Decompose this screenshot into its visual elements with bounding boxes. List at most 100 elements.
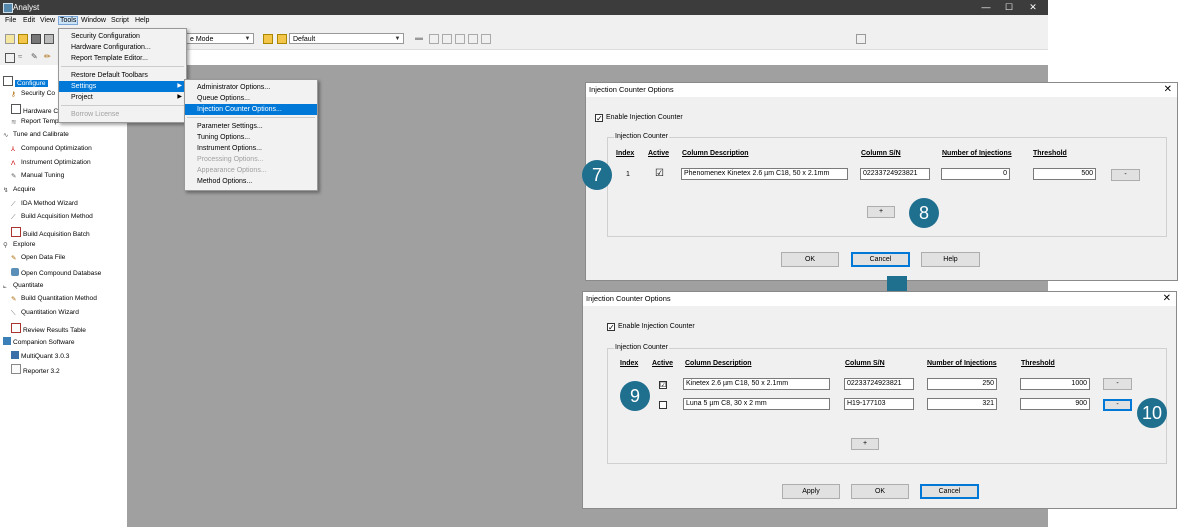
minimize-icon[interactable]: — <box>976 2 996 13</box>
close-doc-icon[interactable] <box>429 34 439 44</box>
nav-tune-calibrate[interactable]: ∿ Tune and Calibrate <box>3 131 69 139</box>
column-sn-field[interactable]: H19-177103 <box>844 398 914 410</box>
companion-icon <box>3 337 11 345</box>
nav-open-compound-database[interactable]: Open Compound Database <box>11 268 101 277</box>
ok-button[interactable]: OK <box>781 252 839 267</box>
threshold-field[interactable]: 1000 <box>1020 378 1090 390</box>
menu-item-restore-toolbars[interactable]: Restore Default Toolbars <box>59 70 186 81</box>
menu-item-injection-counter-options[interactable]: Injection Counter Options... <box>185 104 317 115</box>
column-sn-field[interactable]: 02233724923821 <box>860 168 930 180</box>
menu-item-parameter-settings[interactable]: Parameter Settings... <box>185 121 317 132</box>
nav-companion-software[interactable]: Companion Software <box>3 337 75 346</box>
save-icon[interactable] <box>31 34 41 44</box>
column-description-field[interactable]: Luna 5 µm C8, 30 x 2 mm <box>683 398 830 410</box>
folder-icon[interactable] <box>263 34 273 44</box>
nav-instrument-optimization[interactable]: Λ Instrument Optimization <box>11 159 91 168</box>
menu-view[interactable]: View <box>40 17 55 24</box>
nav-multiquant[interactable]: MultiQuant 3.0.3 <box>11 351 69 360</box>
lock-icon[interactable] <box>856 34 866 44</box>
tile-vertical-icon[interactable] <box>468 34 478 44</box>
manual-tuning-icon: ✎ <box>11 173 17 180</box>
injections-field[interactable]: 0 <box>941 168 1010 180</box>
window-icon[interactable] <box>442 34 452 44</box>
dialog-close-icon[interactable]: ✕ <box>1164 83 1172 97</box>
header-threshold: Threshold <box>1033 150 1067 157</box>
nav-build-quantitation-method[interactable]: ✎ Build Quantitation Method <box>11 295 97 303</box>
apply-button[interactable]: Apply <box>782 484 840 499</box>
close-window-icon[interactable]: ✕ <box>1023 2 1043 13</box>
menu-file[interactable]: File <box>5 17 16 24</box>
project-folder-icon[interactable] <box>277 34 287 44</box>
menu-window[interactable]: Window <box>81 17 106 24</box>
app-icon <box>3 3 13 13</box>
nav-manual-tuning[interactable]: ✎ Manual Tuning <box>11 172 64 180</box>
ok-button[interactable]: OK <box>851 484 909 499</box>
tile-horizontal-icon[interactable] <box>455 34 465 44</box>
nav-review-results-table[interactable]: Review Results Table <box>11 323 86 334</box>
nav-security[interactable]: ⚷ Security Co <box>11 90 55 98</box>
remove-row-button[interactable]: - <box>1111 169 1140 181</box>
row-active-checkbox[interactable] <box>659 401 667 409</box>
nav-reporter[interactable]: Reporter 3.2 <box>11 364 60 375</box>
threshold-field[interactable]: 900 <box>1020 398 1090 410</box>
menu-tools[interactable]: Tools <box>58 16 79 25</box>
mode-combo[interactable]: e Mode ▼ <box>186 33 254 44</box>
menu-item-settings[interactable]: Settings ▶ <box>59 81 186 92</box>
nav-explore[interactable]: ⚲ Explore <box>3 241 35 249</box>
chart-icon[interactable]: ≈ <box>18 53 26 61</box>
maximize-icon[interactable]: ☐ <box>999 2 1019 13</box>
menu-item-queue-options[interactable]: Queue Options... <box>185 93 317 104</box>
nav-configure[interactable]: Configure <box>3 76 48 87</box>
print-icon[interactable] <box>44 34 54 44</box>
truck-icon[interactable]: ▬ <box>415 34 423 42</box>
menu-item-security-configuration[interactable]: Security Configuration <box>59 31 186 42</box>
nav-hardware[interactable]: Hardware C <box>11 104 58 115</box>
nav-ida-wizard[interactable]: ⟋ IDA Method Wizard <box>11 200 78 209</box>
nav-acquire[interactable]: ↯ Acquire <box>3 186 35 194</box>
project-combo[interactable]: Default ▼ <box>289 33 404 44</box>
injections-field[interactable]: 250 <box>927 378 997 390</box>
cascade-icon[interactable] <box>481 34 491 44</box>
menu-item-administrator-options[interactable]: Administrator Options... <box>185 82 317 93</box>
menu-item-tuning-options[interactable]: Tuning Options... <box>185 132 317 143</box>
menu-script[interactable]: Script <box>111 17 129 24</box>
menu-item-instrument-options[interactable]: Instrument Options... <box>185 143 317 154</box>
injections-field[interactable]: 321 <box>927 398 997 410</box>
row-active-checkbox[interactable]: ☑ <box>655 169 664 179</box>
menu-help[interactable]: Help <box>135 17 149 24</box>
cancel-button[interactable]: Cancel <box>851 252 910 267</box>
wizard-icon[interactable]: ✎ <box>31 53 39 61</box>
menu-item-hardware-configuration[interactable]: Hardware Configuration... <box>59 42 186 53</box>
nav-build-acquisition-method[interactable]: ⟋ Build Acquisition Method <box>11 213 93 222</box>
enable-counter-checkbox[interactable]: ✓ <box>595 114 603 123</box>
remove-row-button[interactable]: - <box>1103 399 1132 411</box>
column-description-field[interactable]: Phenomenex Kinetex 2.6 µm C18, 50 x 2.1m… <box>681 168 848 180</box>
remove-row-button[interactable]: - <box>1103 378 1132 390</box>
row-active-checkbox[interactable]: ☑ <box>659 381 667 389</box>
new-icon[interactable] <box>5 34 15 44</box>
column-description-field[interactable]: Kinetex 2.6 µm C18, 50 x 2.1mm <box>683 378 830 390</box>
enable-counter-checkbox[interactable]: ✓ <box>607 323 615 332</box>
nav-compound-optimization[interactable]: ⅄ Compound Optimization <box>11 145 92 153</box>
cancel-button[interactable]: Cancel <box>920 484 979 499</box>
threshold-field[interactable]: 500 <box>1033 168 1096 180</box>
menu-edit[interactable]: Edit <box>23 17 35 24</box>
add-row-button[interactable]: + <box>867 206 895 218</box>
menu-item-project[interactable]: Project ▶ <box>59 92 186 103</box>
menu-bar: File Edit View Tools Window Script Help <box>0 15 1048 28</box>
menu-item-report-template-editor[interactable]: Report Template Editor... <box>59 53 186 64</box>
menu-item-method-options[interactable]: Method Options... <box>185 176 317 187</box>
help-button[interactable]: Help <box>921 252 980 267</box>
nav-open-data-file[interactable]: ✎ Open Data File <box>11 254 65 262</box>
hardware-icon[interactable] <box>5 53 15 63</box>
quant-wizard-icon: ⟍ <box>11 310 16 317</box>
add-row-button[interactable]: + <box>851 438 879 450</box>
nav-quantitate[interactable]: ⟀ Quantitate <box>3 282 43 291</box>
nav-build-acquisition-batch[interactable]: Build Acquisition Batch <box>11 227 90 238</box>
nav-quantitation-wizard[interactable]: ⟍ Quantitation Wizard <box>11 309 79 318</box>
dialog-close-icon[interactable]: ✕ <box>1163 292 1171 306</box>
pencil-icon[interactable]: ✏ <box>44 53 52 61</box>
navigation-bar: Configure ⚷ Security Co Hardware C ≋ Repor… <box>0 65 128 527</box>
column-sn-field[interactable]: 02233724923821 <box>844 378 914 390</box>
open-icon[interactable] <box>18 34 28 44</box>
